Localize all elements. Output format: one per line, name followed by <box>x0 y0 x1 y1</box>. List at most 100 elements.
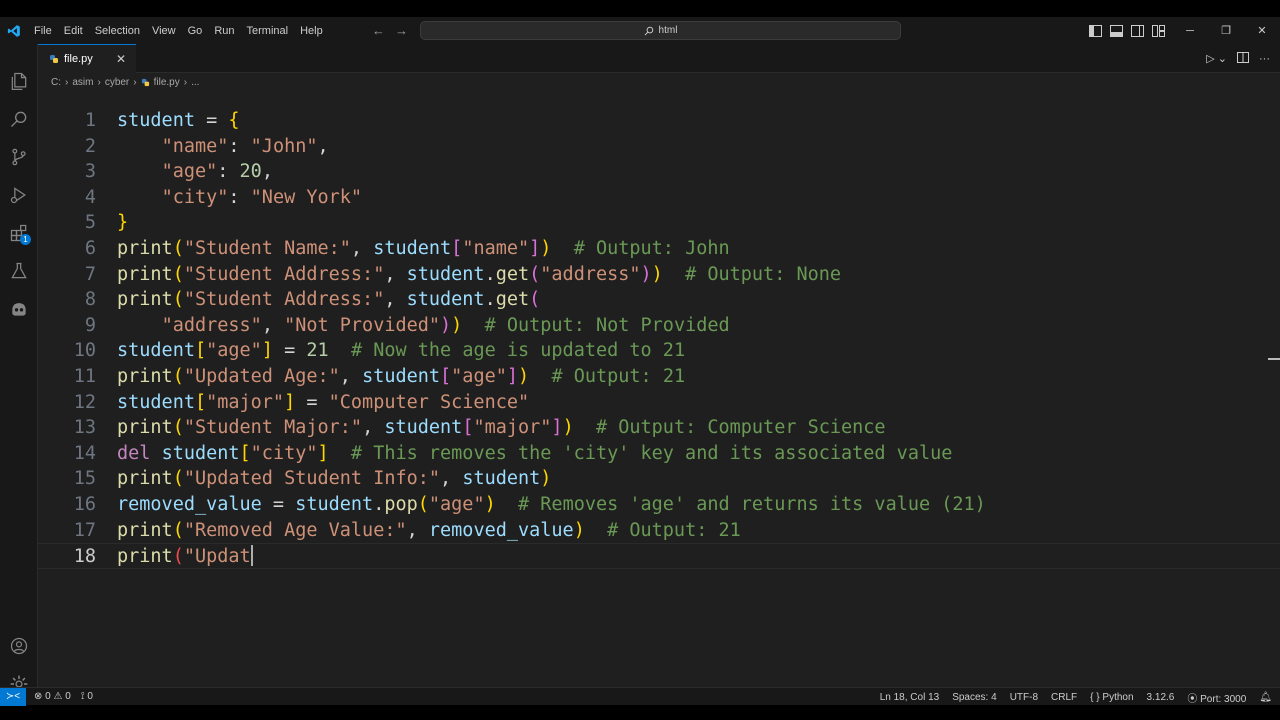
code-token: print <box>117 263 173 285</box>
source-control-icon[interactable] <box>0 138 38 176</box>
code-line[interactable]: 6 print("Student Name:", student["name"])… <box>38 236 1280 262</box>
toggle-secondary-sidebar-icon[interactable] <box>1130 23 1145 38</box>
cursor-position[interactable]: Ln 18, Col 13 <box>880 692 940 703</box>
breadcrumb-symbols[interactable]: ... <box>191 77 199 88</box>
code-token: "name" <box>462 238 530 259</box>
extensions-badge: 1 <box>20 234 31 245</box>
menu-terminal[interactable]: Terminal <box>241 25 295 37</box>
code-token: ] <box>529 238 541 259</box>
notifications-bell-icon[interactable]: 🔔︎ <box>1259 692 1272 703</box>
code-token: = <box>272 340 307 362</box>
live-server-port[interactable]: ⦿ Port: 3000 <box>1187 690 1246 705</box>
close-window-icon[interactable]: ✕ <box>1244 17 1280 44</box>
restore-icon[interactable]: ❐ <box>1208 17 1244 44</box>
chevron-right-icon: › <box>183 76 188 88</box>
accounts-icon[interactable] <box>0 627 38 665</box>
breadcrumb-drive[interactable]: C: <box>51 77 61 88</box>
search-view-icon[interactable] <box>0 100 38 138</box>
line-code: print("Updated Student Info:", student) <box>117 466 551 492</box>
code-line[interactable]: 18 print("Updat <box>38 543 1280 569</box>
minimize-icon[interactable]: ─ <box>1172 17 1208 44</box>
language-mode[interactable]: { } Python <box>1090 692 1133 703</box>
menu-run[interactable]: Run <box>208 25 240 37</box>
end-of-line[interactable]: CRLF <box>1051 692 1077 703</box>
run-debug-icon[interactable] <box>0 176 38 214</box>
customize-layout-icon[interactable] <box>1151 23 1166 38</box>
code-line[interactable]: 5} <box>38 210 1280 236</box>
code-token: "Student Major:" <box>183 417 363 439</box>
code-line[interactable]: 8 print("Student Address:", student.get( <box>38 287 1280 313</box>
menu-selection[interactable]: Selection <box>89 25 146 37</box>
vscode-logo-icon[interactable] <box>0 17 28 44</box>
breadcrumb-folder-cyber[interactable]: cyber <box>105 77 129 88</box>
ports-indicator[interactable]: ⟟ 0 <box>81 691 93 702</box>
code-token: ] <box>506 366 519 387</box>
line-number: 5 <box>84 212 96 234</box>
more-actions-icon[interactable]: ··· <box>1259 53 1270 65</box>
code-line[interactable]: 2 "name": "John", <box>38 134 1280 160</box>
code-token: "age" <box>161 161 218 183</box>
code-token: "city" <box>161 186 229 208</box>
code-token: ) <box>540 468 552 490</box>
extensions-icon[interactable]: 1 <box>0 214 38 252</box>
code-line[interactable]: 3 "age": 20, <box>38 159 1280 185</box>
code-token: removed_value <box>117 494 262 515</box>
line-number: 12 <box>73 391 96 413</box>
breadcrumb-file[interactable]: file.py <box>154 77 180 88</box>
tab-file-py[interactable]: file.py ✕ <box>38 44 136 73</box>
split-editor-icon[interactable] <box>1237 51 1249 66</box>
run-file-icon[interactable]: ▷ ⌄ <box>1206 52 1227 65</box>
testing-icon[interactable] <box>0 252 38 290</box>
code-line[interactable]: 14 del student["city"] # This removes the… <box>38 441 1280 467</box>
error-icon: ⊗ <box>34 691 43 702</box>
code-token: get <box>495 289 530 311</box>
toggle-panel-icon[interactable] <box>1109 23 1124 38</box>
menu-go[interactable]: Go <box>182 25 209 37</box>
forward-arrow-icon[interactable]: → <box>395 23 408 38</box>
code-line[interactable]: 4 "city": "New York" <box>38 185 1280 211</box>
code-token: print <box>117 238 173 259</box>
code-line[interactable]: 10 student["age"] = 21 # Now the age is u… <box>38 338 1280 364</box>
code-line[interactable]: 11 print("Updated Age:", student["age"]) … <box>38 364 1280 390</box>
code-editor[interactable]: 1 student = {2 "name": "John", 3 "age": 20… <box>38 90 1280 687</box>
remote-indicator-icon[interactable]: ≻< <box>0 687 26 706</box>
editor-actions: ▷ ⌄ ··· <box>1206 44 1270 73</box>
python-interpreter[interactable]: 3.12.6 <box>1147 692 1175 703</box>
command-center-search[interactable]: html <box>420 21 901 40</box>
line-code: "name": "John", <box>117 134 329 160</box>
back-arrow-icon[interactable]: ← <box>372 23 385 38</box>
code-token: pop <box>384 494 418 515</box>
file-encoding[interactable]: UTF-8 <box>1010 692 1038 703</box>
line-number: 1 <box>84 110 96 131</box>
code-line[interactable]: 15 print("Updated Student Info:", student… <box>38 466 1280 492</box>
code-line[interactable]: 12 student["major"] = "Computer Science" <box>38 390 1280 416</box>
code-line[interactable]: 17 print("Removed Age Value:", removed_va… <box>38 518 1280 544</box>
code-line[interactable]: 9 "address", "Not Provided")) # Output: … <box>38 313 1280 339</box>
indentation[interactable]: Spaces: 4 <box>952 692 996 703</box>
menu-edit[interactable]: Edit <box>58 25 89 37</box>
code-line[interactable]: 7 print("Student Address:", student.get("… <box>38 262 1280 288</box>
close-tab-icon[interactable]: ✕ <box>116 52 126 66</box>
line-code: student["major"] = "Computer Science" <box>117 390 529 416</box>
problems-indicator[interactable]: ⊗ 0 ⚠ 0 <box>34 691 71 702</box>
code-token: ( <box>529 263 541 285</box>
code-token: ) <box>440 314 452 336</box>
explorer-icon[interactable] <box>0 62 38 100</box>
code-token: "age" <box>451 366 507 387</box>
antenna-icon: ⟟ <box>80 691 85 702</box>
search-text: html <box>658 25 678 36</box>
code-line[interactable]: 1 student = { <box>38 108 1280 134</box>
status-bar: ≻< ⊗ 0 ⚠ 0 ⟟ 0 Ln 18, Col 13 Spaces: 4 U… <box>0 687 1280 706</box>
menu-file[interactable]: File <box>28 25 58 37</box>
line-code: print("Student Address:", student.get( <box>117 287 540 313</box>
toggle-primary-sidebar-icon[interactable] <box>1088 23 1103 38</box>
line-number: 13 <box>73 417 96 439</box>
code-line[interactable]: 16 removed_value = student.pop("age") # R… <box>38 492 1280 518</box>
code-token: student <box>462 468 541 490</box>
code-line[interactable]: 13 print("Student Major:", student["major… <box>38 415 1280 441</box>
breadcrumb-folder-asim[interactable]: asim <box>72 77 93 88</box>
menu-view[interactable]: View <box>146 25 182 37</box>
menu-help[interactable]: Help <box>294 25 329 37</box>
copilot-icon[interactable] <box>0 290 38 328</box>
